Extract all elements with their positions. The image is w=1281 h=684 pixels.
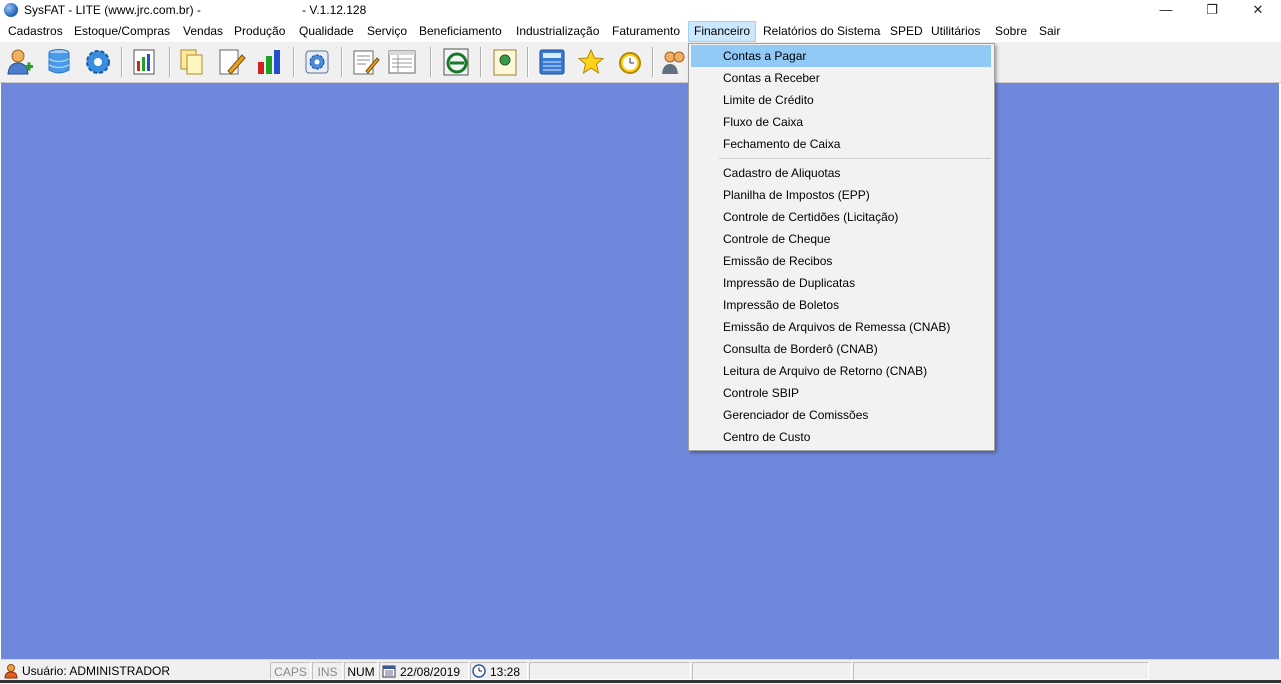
- menu-industrializacao[interactable]: Industrialização: [516, 22, 599, 41]
- window-version: - V.1.12.128: [302, 3, 367, 17]
- close-button[interactable]: ✕: [1235, 0, 1281, 22]
- menu-cadastros[interactable]: Cadastros: [8, 22, 63, 41]
- menu-item-impressao-de-duplicatas[interactable]: Impressão de Duplicatas: [691, 272, 991, 294]
- toolbar-separator: [341, 47, 343, 77]
- menu-separator: [719, 158, 991, 159]
- menu-faturamento[interactable]: Faturamento: [612, 22, 680, 41]
- gear-icon[interactable]: [83, 47, 113, 77]
- toolbar-separator: [430, 47, 432, 77]
- status-time: 13:28: [490, 665, 521, 679]
- menu-item-cadastro-de-aliquotas[interactable]: Cadastro de Aliquotas: [691, 162, 991, 184]
- report-icon[interactable]: [130, 47, 160, 77]
- list-form-icon[interactable]: [387, 47, 417, 77]
- toolbar-separator: [121, 47, 123, 77]
- minimize-button[interactable]: —: [1143, 0, 1189, 22]
- menu-item-contas-a-receber[interactable]: Contas a Receber: [691, 67, 991, 89]
- user-icon: [4, 664, 18, 679]
- menu-item-limite-de-credito[interactable]: Limite de Crédito: [691, 89, 991, 111]
- menu-item-controle-de-certidoes[interactable]: Controle de Certidões (Licitação): [691, 206, 991, 228]
- menu-servico[interactable]: Serviço: [367, 22, 407, 41]
- status-num: NUM: [344, 662, 378, 680]
- menu-item-leitura-arquivo-retorno[interactable]: Leitura de Arquivo de Retorno (CNAB): [691, 360, 991, 382]
- clock-icon: [472, 664, 486, 678]
- menu-item-contas-a-pagar[interactable]: Contas a Pagar: [691, 45, 991, 67]
- menu-item-impressao-de-boletos[interactable]: Impressão de Boletos: [691, 294, 991, 316]
- settings-disc-icon[interactable]: [302, 47, 332, 77]
- status-date-panel: 22/08/2019: [379, 662, 469, 680]
- menu-bar: Cadastros Estoque/Compras Vendas Produçã…: [0, 21, 1281, 42]
- menu-sped[interactable]: SPED: [890, 22, 923, 41]
- menu-item-controle-sbip[interactable]: Controle SBIP: [691, 382, 991, 404]
- menu-financeiro[interactable]: Financeiro: [687, 21, 757, 42]
- menu-sobre[interactable]: Sobre: [995, 22, 1027, 41]
- edit-document-icon[interactable]: [216, 47, 246, 77]
- menu-item-fluxo-de-caixa[interactable]: Fluxo de Caixa: [691, 111, 991, 133]
- status-panel-empty: [853, 662, 1149, 680]
- menu-item-planilha-de-impostos[interactable]: Planilha de Impostos (EPP): [691, 184, 991, 206]
- menu-item-emissao-arquivos-remessa[interactable]: Emissão de Arquivos de Remessa (CNAB): [691, 316, 991, 338]
- menu-item-centro-de-custo[interactable]: Centro de Custo: [691, 426, 991, 448]
- app-globe-icon[interactable]: [4, 3, 18, 17]
- nfe-icon[interactable]: [441, 47, 471, 77]
- menu-sair[interactable]: Sair: [1039, 22, 1060, 41]
- menu-vendas[interactable]: Vendas: [183, 22, 223, 41]
- copy-documents-icon[interactable]: [177, 47, 207, 77]
- status-date: 22/08/2019: [400, 665, 461, 679]
- menu-item-consulta-de-bordero[interactable]: Consulta de Borderô (CNAB): [691, 338, 991, 360]
- menu-relatorios[interactable]: Relatórios do Sistema: [763, 22, 880, 41]
- status-ins: INS: [312, 662, 343, 680]
- toolbar: [0, 42, 1281, 83]
- add-user-icon[interactable]: [5, 47, 35, 77]
- database-icon[interactable]: [44, 47, 74, 77]
- menu-beneficiamento[interactable]: Beneficiamento: [419, 22, 502, 41]
- toolbar-separator: [527, 47, 529, 77]
- menu-producao[interactable]: Produção: [234, 22, 285, 41]
- status-time-panel: 13:28: [470, 662, 528, 680]
- menu-item-emissao-de-recibos[interactable]: Emissão de Recibos: [691, 250, 991, 272]
- toolbar-separator: [293, 47, 295, 77]
- users-icon[interactable]: [659, 47, 689, 77]
- notepad-icon[interactable]: [350, 47, 380, 77]
- restore-button[interactable]: ❐: [1189, 0, 1235, 22]
- workspace-area: [1, 83, 1279, 659]
- menu-item-fechamento-de-caixa[interactable]: Fechamento de Caixa: [691, 133, 991, 155]
- toolbar-separator: [480, 47, 482, 77]
- financeiro-menu: Contas a Pagar Contas a Receber Limite d…: [688, 43, 995, 451]
- status-user: Usuário: ADMINISTRADOR: [22, 664, 171, 678]
- status-caps: CAPS: [270, 662, 311, 680]
- menu-estoque-compras[interactable]: Estoque/Compras: [74, 22, 170, 41]
- menu-qualidade[interactable]: Qualidade: [299, 22, 354, 41]
- calendar-icon: [382, 665, 396, 678]
- menu-item-controle-de-cheque[interactable]: Controle de Cheque: [691, 228, 991, 250]
- menu-utilitarios[interactable]: Utilitários: [931, 22, 980, 41]
- calculator-icon[interactable]: [537, 47, 567, 77]
- status-panel-empty: [529, 662, 691, 680]
- title-bar: SysFAT - LITE (www.jrc.com.br) - - V.1.1…: [0, 0, 1281, 22]
- toolbar-separator: [169, 47, 171, 77]
- status-panel-empty: [692, 662, 852, 680]
- toolbar-separator: [652, 47, 654, 77]
- star-icon[interactable]: [576, 47, 606, 77]
- window-title: SysFAT - LITE (www.jrc.com.br) -: [24, 3, 201, 17]
- document-globe-icon[interactable]: [490, 47, 520, 77]
- alarm-clock-icon[interactable]: [615, 47, 645, 77]
- menu-item-gerenciador-de-comissoes[interactable]: Gerenciador de Comissões: [691, 404, 991, 426]
- bar-chart-icon[interactable]: [255, 47, 285, 77]
